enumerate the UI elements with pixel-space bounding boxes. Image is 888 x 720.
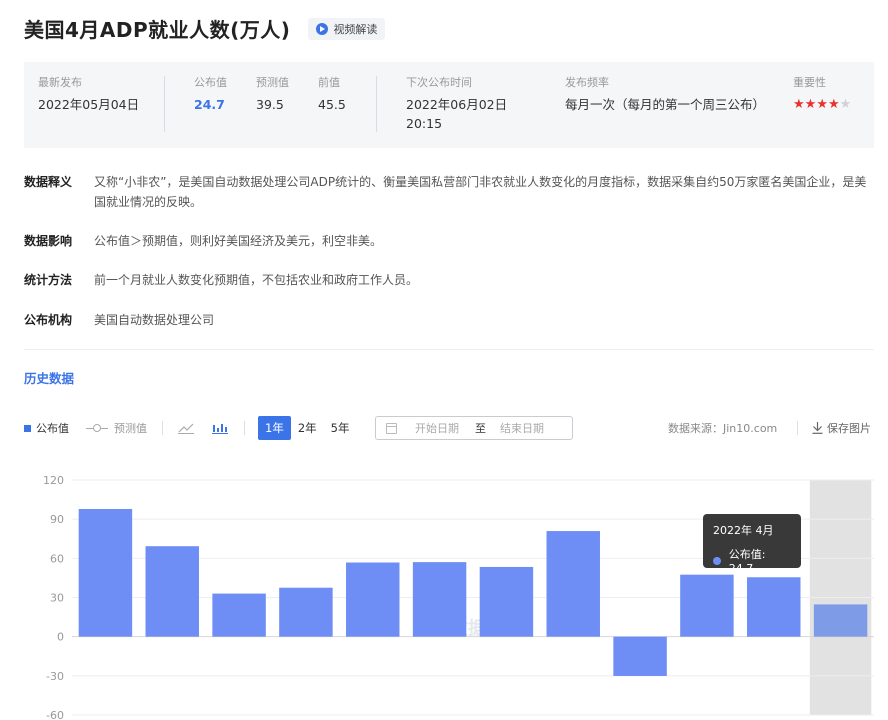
- forecast-label: 预测值: [256, 76, 289, 89]
- save-image-label: 保存图片: [827, 422, 871, 435]
- actual-value-block: 公布值 24.7: [194, 76, 228, 114]
- divider: [164, 76, 165, 132]
- impact-row: 数据影响 公布值＞预期值，则利好美国经济及美元，利空非美。: [24, 231, 874, 251]
- star-filled-icon: ★: [827, 97, 840, 112]
- latest-release-label: 最新发布: [38, 76, 82, 89]
- bar[interactable]: [613, 636, 667, 676]
- importance-label: 重要性: [793, 76, 826, 89]
- forecast-value-block: 预测值 39.5: [256, 76, 290, 114]
- latest-release-value: 2022年05月04日: [38, 97, 140, 112]
- previous-value-block: 前值 45.5: [318, 76, 378, 114]
- line-chart-icon[interactable]: [178, 416, 194, 440]
- bar[interactable]: [747, 577, 801, 637]
- end-date-input[interactable]: 结束日期: [500, 420, 544, 436]
- star-filled-icon: ★: [804, 97, 817, 112]
- bar[interactable]: [546, 531, 600, 637]
- y-tick-label: 120: [43, 474, 64, 487]
- legend-forecast-label: 预测值: [114, 422, 147, 435]
- period-selector: 1年 2年 5年: [258, 416, 356, 440]
- date-range-separator: 至: [475, 422, 486, 435]
- star-empty-icon: ★: [839, 97, 852, 112]
- tooltip-series-dot: [713, 556, 721, 565]
- y-tick-label: 0: [57, 631, 64, 644]
- next-release-value: 2022年06月02日 20:15: [406, 97, 508, 131]
- download-icon: [812, 422, 823, 434]
- y-tick-label: 60: [50, 552, 64, 565]
- chart-toolbar: 公布值 预测值 1年 2年 5年 开始日期 至 结束日期 数据来源：Jin10.…: [24, 416, 874, 440]
- legend-forecast[interactable]: 预测值: [86, 416, 147, 440]
- method-row: 统计方法 前一个月就业人数变化预期值，不包括农业和政府工作人员。: [24, 270, 874, 290]
- star-filled-icon: ★: [816, 97, 828, 112]
- frequency-block: 发布频率 每月一次（每月的第一个周三公布）: [565, 76, 765, 114]
- period-5y-button[interactable]: 5年: [324, 416, 357, 440]
- previous-label: 前值: [318, 76, 340, 89]
- page-title: 美国4月ADP就业人数(万人): [24, 18, 291, 42]
- play-circle-icon: [316, 22, 329, 35]
- save-image-button[interactable]: 保存图片: [812, 416, 871, 440]
- forecast-value: 39.5: [256, 97, 284, 112]
- legend-square-icon: [24, 424, 31, 432]
- next-release-block: 下次公布时间 2022年06月02日 20:15: [406, 76, 524, 133]
- calendar-icon: [386, 422, 397, 434]
- publisher-text: 美国自动数据处理公司: [94, 313, 215, 327]
- history-title: 历史数据: [24, 371, 75, 386]
- toolbar-separator: [162, 421, 163, 435]
- period-1y-button[interactable]: 1年: [258, 416, 291, 440]
- data-source: 数据来源：Jin10.com: [668, 422, 778, 435]
- history-bar-chart: 1209060300-30-60金十数据: [43, 474, 874, 720]
- description-text: 又称“小非农”，是美国自动数据处理公司ADP统计的、衡量美国私营部门非农就业人数…: [94, 175, 867, 209]
- legend-actual[interactable]: 公布值: [24, 416, 69, 440]
- bar[interactable]: [279, 587, 333, 637]
- latest-release: 最新发布 2022年05月04日: [38, 76, 148, 114]
- toolbar-separator: [244, 421, 245, 435]
- y-tick-label: 90: [50, 513, 64, 526]
- date-range-picker[interactable]: 开始日期 至 结束日期: [375, 416, 573, 440]
- actual-label: 公布值: [194, 76, 227, 89]
- bar[interactable]: [78, 508, 133, 637]
- bar[interactable]: [479, 566, 534, 637]
- tooltip-value: 公布值: 24.7: [728, 548, 766, 575]
- info-panel: 最新发布 2022年05月04日 公布值 24.7 预测值 39.5 前值 45…: [24, 62, 874, 148]
- importance-block: 重要性 ★★★★★: [793, 76, 863, 112]
- impact-text: 公布值＞预期值，则利好美国经济及美元，利空非美。: [94, 234, 383, 248]
- bar[interactable]: [680, 574, 734, 637]
- impact-label: 数据影响: [24, 234, 73, 248]
- bar[interactable]: [412, 562, 467, 637]
- next-release-label: 下次公布时间: [406, 76, 472, 89]
- start-date-input[interactable]: 开始日期: [415, 420, 459, 436]
- previous-value: 45.5: [318, 97, 346, 112]
- method-label: 统计方法: [24, 273, 73, 287]
- method-text: 前一个月就业人数变化预期值，不包括农业和政府工作人员。: [94, 273, 419, 287]
- frequency-value: 每月一次（每月的第一个周三公布）: [565, 97, 766, 112]
- video-explain-label: 视频解读: [333, 22, 378, 36]
- divider: [376, 76, 377, 132]
- actual-value: 24.7: [194, 97, 225, 112]
- title-row: 美国4月ADP就业人数(万人) 视频解读: [24, 14, 386, 43]
- bar[interactable]: [212, 593, 266, 637]
- bar[interactable]: [145, 546, 199, 637]
- legend-line-icon: [86, 424, 108, 432]
- legend-actual-label: 公布值: [36, 422, 69, 435]
- bar[interactable]: [346, 562, 400, 637]
- publisher-row: 公布机构 美国自动数据处理公司: [24, 310, 874, 330]
- description-row: 数据释义 又称“小非农”，是美国自动数据处理公司ADP统计的、衡量美国私营部门非…: [24, 172, 874, 212]
- bar[interactable]: [813, 604, 868, 637]
- y-tick-label: -30: [46, 670, 64, 683]
- y-tick-label: 30: [50, 592, 64, 605]
- frequency-label: 发布频率: [565, 76, 609, 89]
- bar-chart-icon[interactable]: [212, 416, 228, 440]
- tooltip-date: 2022年 4月: [713, 524, 774, 537]
- chart-tooltip: 2022年 4月 公布值: 24.7: [703, 514, 801, 575]
- section-divider: [24, 349, 874, 350]
- description-label: 数据释义: [24, 175, 73, 189]
- star-filled-icon: ★: [793, 97, 805, 112]
- y-tick-label: -60: [46, 709, 64, 720]
- toolbar-separator: [797, 421, 798, 435]
- publisher-label: 公布机构: [24, 313, 73, 327]
- importance-stars: ★★★★★: [793, 97, 863, 112]
- video-explain-button[interactable]: 视频解读: [308, 17, 386, 40]
- period-2y-button[interactable]: 2年: [291, 416, 324, 440]
